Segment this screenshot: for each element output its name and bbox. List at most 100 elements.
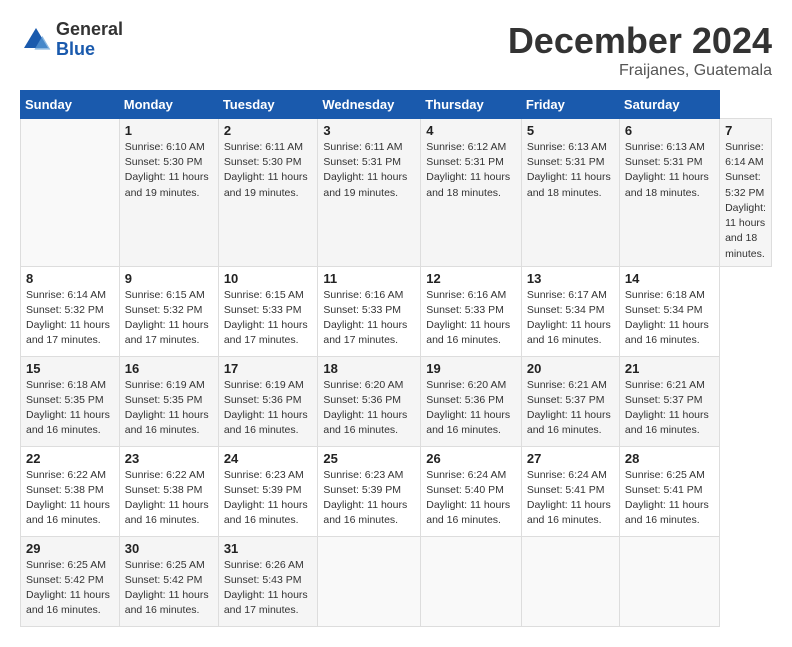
logo: General Blue: [20, 20, 123, 60]
header-wednesday: Wednesday: [318, 91, 421, 119]
calendar-cell: 19Sunrise: 6:20 AMSunset: 5:36 PMDayligh…: [421, 356, 522, 446]
calendar-cell: 21 Sunrise: 6:21 AMSunset: 5:37 PMDayligh…: [619, 356, 719, 446]
logo-blue: Blue: [56, 39, 95, 59]
cell-info: Sunrise: 6:23 AMSunset: 5:39 PMDaylight:…: [224, 468, 313, 529]
cell-info: Sunrise: 6:18 AMSunset: 5:35 PMDaylight:…: [26, 378, 114, 439]
cell-info: Sunrise: 6:19 AMSunset: 5:36 PMDaylight:…: [224, 378, 313, 439]
cell-info: Sunrise: 6:25 AMSunset: 5:42 PMDaylight:…: [125, 558, 213, 619]
calendar-cell: 6 Sunrise: 6:13 AMSunset: 5:31 PMDaylight…: [619, 119, 719, 267]
day-number: 13: [527, 271, 614, 286]
day-number: 23: [125, 451, 213, 466]
day-number: 21: [625, 361, 714, 376]
calendar-cell: 29 Sunrise: 6:25 AMSunset: 5:42 PMDayligh…: [21, 536, 120, 626]
calendar-cell: 4Sunrise: 6:12 AMSunset: 5:31 PMDaylight…: [421, 119, 522, 267]
day-number: 18: [323, 361, 415, 376]
calendar-cell: 9Sunrise: 6:15 AMSunset: 5:32 PMDaylight…: [119, 266, 218, 356]
calendar-cell: 23 Sunrise: 6:22 AMSunset: 5:38 PMDayligh…: [119, 446, 218, 536]
calendar-cell: 16 Sunrise: 6:19 AMSunset: 5:35 PMDayligh…: [119, 356, 218, 446]
day-number: 14: [625, 271, 714, 286]
calendar-cell: 27 Sunrise: 6:24 AMSunset: 5:41 PMDayligh…: [521, 446, 619, 536]
calendar-cell: 10 Sunrise: 6:15 AMSunset: 5:33 PMDayligh…: [218, 266, 318, 356]
cell-info: Sunrise: 6:13 AMSunset: 5:31 PMDaylight:…: [625, 140, 714, 201]
cell-info: Sunrise: 6:19 AMSunset: 5:35 PMDaylight:…: [125, 378, 213, 439]
cell-info: Sunrise: 6:23 AMSunset: 5:39 PMDaylight:…: [323, 468, 415, 529]
cell-info: Sunrise: 6:16 AMSunset: 5:33 PMDaylight:…: [426, 288, 516, 349]
day-number: 16: [125, 361, 213, 376]
title-area: December 2024 Fraijanes, Guatemala: [508, 20, 772, 80]
calendar-cell: 18 Sunrise: 6:20 AMSunset: 5:36 PMDayligh…: [318, 356, 421, 446]
cell-info: Sunrise: 6:14 AMSunset: 5:32 PMDaylight:…: [725, 140, 766, 262]
day-number: 11: [323, 271, 415, 286]
calendar-cell: 25 Sunrise: 6:23 AMSunset: 5:39 PMDayligh…: [318, 446, 421, 536]
month-title: December 2024: [508, 20, 772, 62]
cell-info: Sunrise: 6:18 AMSunset: 5:34 PMDaylight:…: [625, 288, 714, 349]
calendar-cell: 12 Sunrise: 6:16 AMSunset: 5:33 PMDayligh…: [421, 266, 522, 356]
calendar-cell: [421, 536, 522, 626]
day-number: 10: [224, 271, 313, 286]
cell-info: Sunrise: 6:16 AMSunset: 5:33 PMDaylight:…: [323, 288, 415, 349]
cell-info: Sunrise: 6:11 AMSunset: 5:30 PMDaylight:…: [224, 140, 313, 201]
day-number: 27: [527, 451, 614, 466]
calendar-cell: [21, 119, 120, 267]
page-header: General Blue December 2024 Fraijanes, Gu…: [20, 20, 772, 80]
cell-info: Sunrise: 6:25 AMSunset: 5:41 PMDaylight:…: [625, 468, 714, 529]
day-number: 24: [224, 451, 313, 466]
day-number: 5: [527, 123, 614, 138]
calendar-cell: 26 Sunrise: 6:24 AMSunset: 5:40 PMDayligh…: [421, 446, 522, 536]
week-row-4: 29 Sunrise: 6:25 AMSunset: 5:42 PMDayligh…: [21, 536, 772, 626]
header-tuesday: Tuesday: [218, 91, 318, 119]
cell-info: Sunrise: 6:21 AMSunset: 5:37 PMDaylight:…: [527, 378, 614, 439]
cell-info: Sunrise: 6:13 AMSunset: 5:31 PMDaylight:…: [527, 140, 614, 201]
day-number: 15: [26, 361, 114, 376]
day-number: 7: [725, 123, 766, 138]
day-number: 4: [426, 123, 516, 138]
day-number: 1: [125, 123, 213, 138]
cell-info: Sunrise: 6:17 AMSunset: 5:34 PMDaylight:…: [527, 288, 614, 349]
calendar-cell: 17Sunrise: 6:19 AMSunset: 5:36 PMDayligh…: [218, 356, 318, 446]
calendar-cell: 14 Sunrise: 6:18 AMSunset: 5:34 PMDayligh…: [619, 266, 719, 356]
day-number: 26: [426, 451, 516, 466]
header-saturday: Saturday: [619, 91, 719, 119]
cell-info: Sunrise: 6:14 AMSunset: 5:32 PMDaylight:…: [26, 288, 114, 349]
calendar-cell: 5 Sunrise: 6:13 AMSunset: 5:31 PMDaylight…: [521, 119, 619, 267]
day-number: 29: [26, 541, 114, 556]
header-monday: Monday: [119, 91, 218, 119]
day-number: 30: [125, 541, 213, 556]
calendar-cell: 7 Sunrise: 6:14 AMSunset: 5:32 PMDaylight…: [720, 119, 772, 267]
week-row-1: 8 Sunrise: 6:14 AMSunset: 5:32 PMDaylight…: [21, 266, 772, 356]
day-number: 20: [527, 361, 614, 376]
cell-info: Sunrise: 6:21 AMSunset: 5:37 PMDaylight:…: [625, 378, 714, 439]
day-number: 8: [26, 271, 114, 286]
calendar-cell: 13 Sunrise: 6:17 AMSunset: 5:34 PMDayligh…: [521, 266, 619, 356]
logo-general: General: [56, 19, 123, 39]
day-number: 22: [26, 451, 114, 466]
header-sunday: Sunday: [21, 91, 120, 119]
day-number: 3: [323, 123, 415, 138]
cell-info: Sunrise: 6:24 AMSunset: 5:41 PMDaylight:…: [527, 468, 614, 529]
calendar-cell: 2 Sunrise: 6:11 AMSunset: 5:30 PMDaylight…: [218, 119, 318, 267]
header-thursday: Thursday: [421, 91, 522, 119]
day-number: 31: [224, 541, 313, 556]
calendar-cell: 3 Sunrise: 6:11 AMSunset: 5:31 PMDaylight…: [318, 119, 421, 267]
calendar-cell: 31Sunrise: 6:26 AMSunset: 5:43 PMDayligh…: [218, 536, 318, 626]
day-number: 25: [323, 451, 415, 466]
cell-info: Sunrise: 6:24 AMSunset: 5:40 PMDaylight:…: [426, 468, 516, 529]
cell-info: Sunrise: 6:22 AMSunset: 5:38 PMDaylight:…: [125, 468, 213, 529]
day-number: 12: [426, 271, 516, 286]
day-number: 28: [625, 451, 714, 466]
calendar-cell: 11 Sunrise: 6:16 AMSunset: 5:33 PMDayligh…: [318, 266, 421, 356]
cell-info: Sunrise: 6:25 AMSunset: 5:42 PMDaylight:…: [26, 558, 114, 619]
logo-icon: [20, 24, 52, 56]
day-number: 19: [426, 361, 516, 376]
cell-info: Sunrise: 6:15 AMSunset: 5:33 PMDaylight:…: [224, 288, 313, 349]
day-number: 6: [625, 123, 714, 138]
calendar-cell: 8 Sunrise: 6:14 AMSunset: 5:32 PMDaylight…: [21, 266, 120, 356]
calendar-cell: 30 Sunrise: 6:25 AMSunset: 5:42 PMDayligh…: [119, 536, 218, 626]
week-row-0: 1Sunrise: 6:10 AMSunset: 5:30 PMDaylight…: [21, 119, 772, 267]
week-row-3: 22 Sunrise: 6:22 AMSunset: 5:38 PMDayligh…: [21, 446, 772, 536]
cell-info: Sunrise: 6:20 AMSunset: 5:36 PMDaylight:…: [323, 378, 415, 439]
cell-info: Sunrise: 6:11 AMSunset: 5:31 PMDaylight:…: [323, 140, 415, 201]
cell-info: Sunrise: 6:22 AMSunset: 5:38 PMDaylight:…: [26, 468, 114, 529]
calendar-cell: 24 Sunrise: 6:23 AMSunset: 5:39 PMDayligh…: [218, 446, 318, 536]
day-number: 2: [224, 123, 313, 138]
